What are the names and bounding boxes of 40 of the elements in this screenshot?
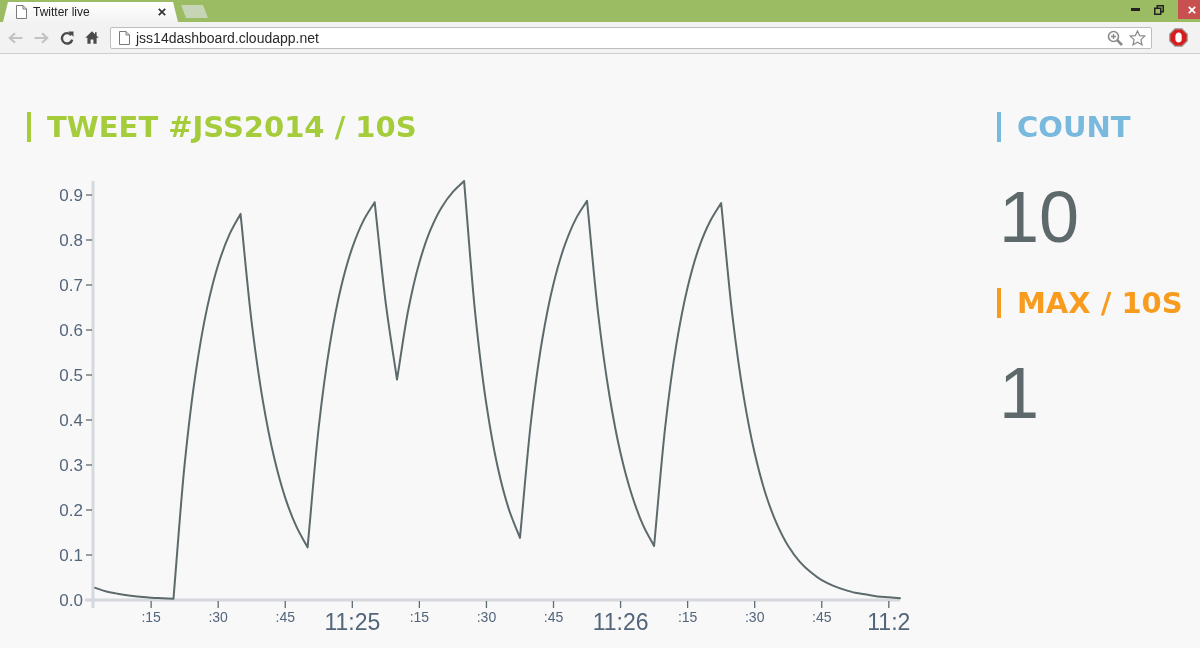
close-icon	[1188, 5, 1196, 14]
y-tick-label: 0.4	[59, 411, 83, 430]
restore-icon[interactable]	[1154, 4, 1164, 15]
x-tick-label: :15	[141, 608, 161, 625]
y-tick-label: 0.2	[59, 501, 83, 520]
zoom-in-icon[interactable]	[1107, 29, 1123, 46]
x-tick-label: :30	[476, 608, 497, 625]
y-tick-label: 0.1	[59, 546, 83, 565]
x-tick-label: 11:25	[324, 608, 381, 635]
y-tick-label: 0.9	[59, 186, 83, 205]
address-field[interactable]: jss14dashboard.cloudapp.net	[110, 26, 1152, 49]
close-icon[interactable]	[158, 8, 166, 16]
page-icon	[119, 30, 130, 45]
x-tick-label: :15	[409, 608, 430, 625]
y-tick-label: 0.0	[59, 591, 83, 610]
x-tick-label: :45	[543, 608, 564, 625]
reload-icon[interactable]	[60, 30, 74, 45]
stat-value: 10	[999, 181, 1080, 253]
x-tick-label: :30	[744, 608, 765, 625]
x-tick-label: :15	[677, 608, 698, 625]
x-tick-label: :45	[275, 608, 295, 625]
browser-tab[interactable]: Twitter live	[3, 2, 178, 22]
stat-value: 1	[999, 357, 1040, 429]
y-tick-label: 0.8	[59, 231, 83, 250]
section-heading: COUNT	[1017, 109, 1131, 145]
section-heading: MAX / 10S	[1017, 285, 1183, 321]
section-heading: TWEET #JSS2014 / 10S	[47, 109, 417, 145]
home-icon[interactable]	[85, 31, 99, 44]
x-tick-label: 11:2	[867, 608, 911, 635]
x-tick-label: :45	[812, 608, 832, 625]
x-tick-label: :30	[208, 608, 228, 625]
close-window-button[interactable]	[1178, 0, 1200, 19]
x-tick-label: 11:26	[592, 608, 649, 635]
page-icon	[16, 5, 27, 19]
y-tick-label: 0.7	[59, 276, 83, 295]
y-tick-label: 0.3	[59, 456, 83, 475]
stop-sign-icon[interactable]	[1169, 28, 1188, 47]
star-icon[interactable]	[1129, 29, 1146, 46]
y-tick-label: 0.5	[59, 366, 83, 385]
y-tick-label: 0.6	[59, 321, 83, 340]
